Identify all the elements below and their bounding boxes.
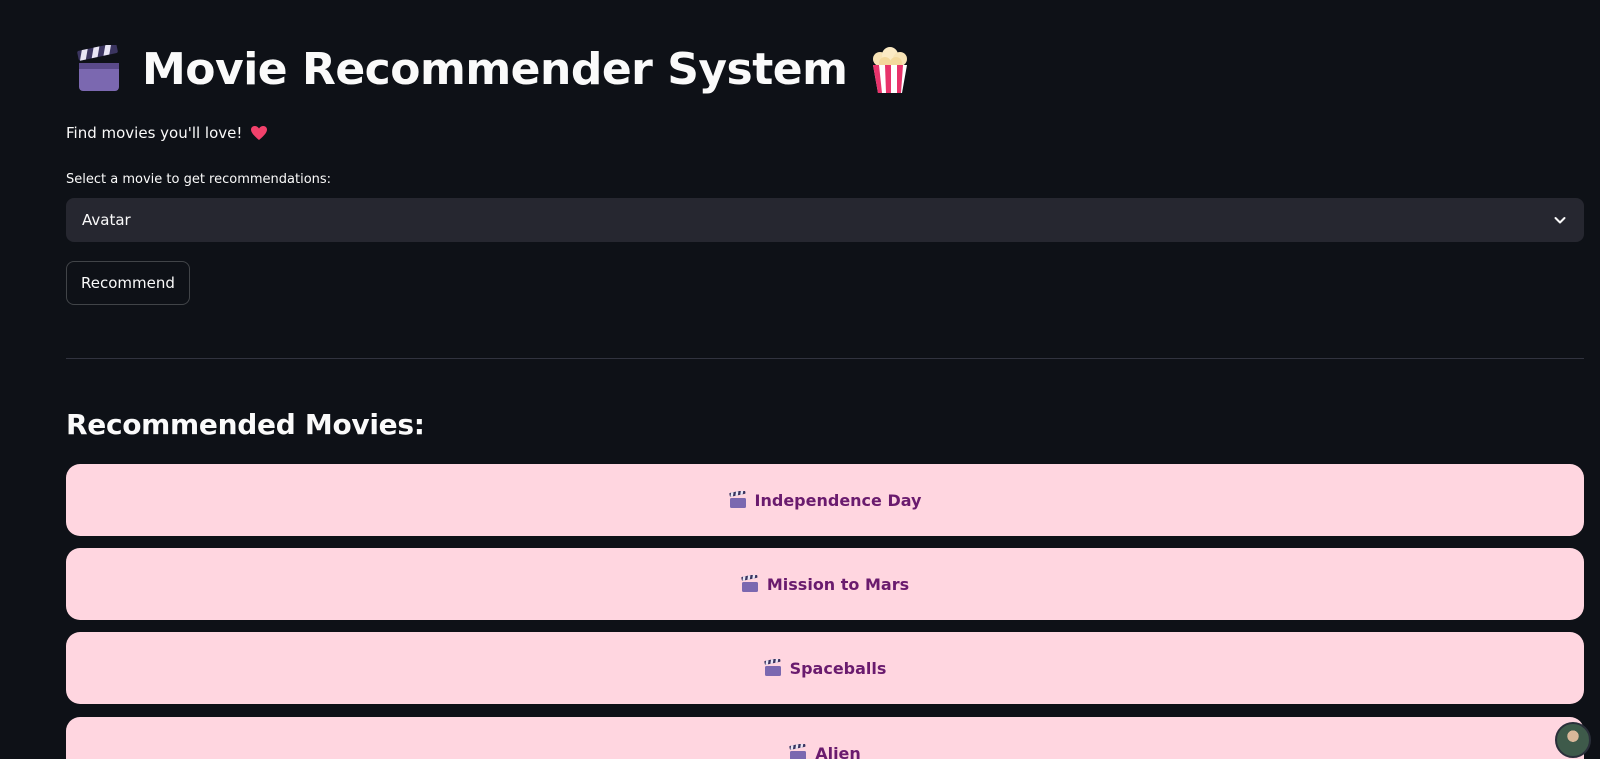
recommendation-card: Mission to Mars [66,548,1584,620]
heart-icon [251,126,268,140]
recommendation-title: Mission to Mars [766,574,910,594]
clapperboard-icon [728,491,746,508]
page-title: Movie Recommender System [76,44,913,95]
recommendations-heading: Recommended Movies: [66,408,425,441]
avatar[interactable] [1555,722,1591,758]
recommendation-title: Independence Day [754,490,922,510]
recommendation-card: Independence Day [66,464,1584,536]
recommendation-card: Alien [66,717,1584,759]
clapperboard-icon [77,44,119,91]
recommendation-card: Spaceballs [66,632,1584,704]
subtitle-text: Find movies you'll love! [66,124,243,142]
subtitle: Find movies you'll love! [66,124,268,142]
chevron-down-icon[interactable] [1552,212,1568,228]
recommendation-title: Spaceballs [789,658,887,678]
recommend-button[interactable]: Recommend [66,261,190,305]
page-title-text: Movie Recommender System [142,44,848,95]
movie-select[interactable]: Avatar [66,198,1584,242]
app-root: Movie Recommender System Find movies you… [0,0,1600,759]
clapperboard-icon [763,659,781,676]
movie-select-value: Avatar [82,211,131,229]
divider [66,358,1584,359]
clapperboard-icon [789,744,807,759]
popcorn-icon [873,46,908,93]
recommendation-title: Alien [815,743,861,759]
clapperboard-icon [741,575,758,592]
movie-select-label: Select a movie to get recommendations: [66,172,332,187]
